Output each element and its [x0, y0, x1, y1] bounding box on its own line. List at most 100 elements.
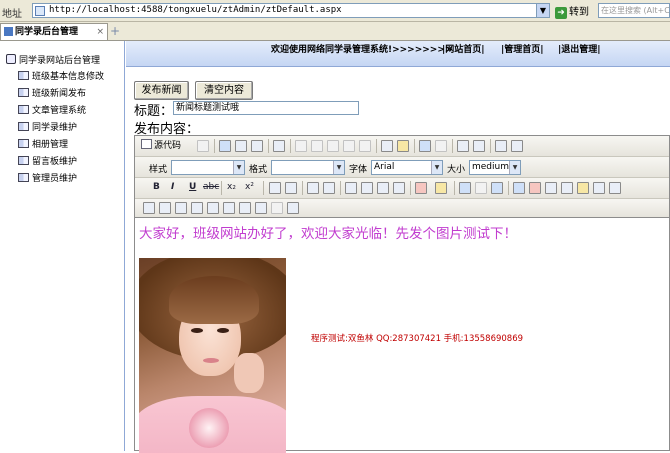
radio-icon[interactable]	[175, 202, 187, 214]
font-select[interactable]: Arial ▼	[371, 160, 443, 175]
separator	[410, 181, 411, 195]
search-input[interactable]: 在这里搜索 (Alt+C)	[598, 3, 670, 18]
url-input[interactable]: http://localhost:4588/tongxuelu/ztAdmin/…	[32, 3, 550, 18]
replace-icon[interactable]	[473, 140, 485, 152]
text-color-icon[interactable]	[415, 182, 427, 194]
address-bar: 地址 http://localhost:4588/tongxuelu/ztAdm…	[0, 0, 670, 22]
link-site-home[interactable]: |网站首页|	[442, 42, 485, 55]
special-char-icon[interactable]	[593, 182, 605, 194]
editor-content-area[interactable]: 大家好，班级网站办好了，欢迎大家光临！先发个图片测试下！ 程序测试:双鱼林 QQ…	[135, 218, 669, 453]
publish-news-button[interactable]: 发布新闻	[134, 81, 189, 100]
url-dropdown-icon[interactable]: ▼	[536, 3, 550, 18]
page-break-icon[interactable]	[609, 182, 621, 194]
table-icon[interactable]	[545, 182, 557, 194]
templates-icon[interactable]	[273, 140, 285, 152]
address-label: 地址	[2, 9, 22, 20]
superscript-icon[interactable]: x²	[245, 182, 254, 192]
sidebar-item-album[interactable]: 相册管理	[18, 137, 68, 150]
book-icon	[18, 173, 29, 182]
form-icon[interactable]	[143, 202, 155, 214]
source-label: 源代码	[154, 141, 182, 151]
new-page-icon[interactable]	[235, 140, 247, 152]
align-left-icon[interactable]	[345, 182, 357, 194]
image-icon[interactable]	[513, 182, 525, 194]
welcome-text: 欢迎使用网络同学录管理系统!>>>>>>>>	[271, 45, 453, 55]
paste-icon[interactable]	[327, 140, 339, 152]
italic-icon[interactable]: I	[171, 182, 174, 192]
paste-word-icon[interactable]	[359, 140, 371, 152]
print-icon[interactable]	[381, 140, 393, 152]
link-icon[interactable]	[459, 182, 471, 194]
go-button[interactable]: ➜ 转到	[555, 3, 595, 19]
unlink-icon[interactable]	[475, 182, 487, 194]
cut-icon[interactable]	[295, 140, 307, 152]
copy-icon[interactable]	[311, 140, 323, 152]
anchor-icon[interactable]	[491, 182, 503, 194]
sidebar-item-classmates[interactable]: 同学录维护	[18, 120, 77, 133]
bold-icon[interactable]: B	[153, 182, 160, 192]
tab-admin[interactable]: 同学录后台管理 ×	[0, 23, 108, 40]
close-icon[interactable]: ×	[96, 24, 104, 40]
toolbar-row-4	[135, 199, 669, 218]
sidebar-item-label: 文章管理系统	[32, 106, 87, 116]
chevron-down-icon: ▼	[431, 161, 442, 174]
source-button[interactable]: 源代码	[141, 139, 181, 154]
preview-icon[interactable]	[197, 140, 209, 152]
select-all-icon[interactable]	[495, 140, 507, 152]
about-icon[interactable]	[287, 202, 299, 214]
style-select[interactable]: ▼	[171, 160, 245, 175]
save-icon[interactable]	[219, 140, 231, 152]
sidebar-item-class-news[interactable]: 班级新闻发布	[18, 86, 86, 99]
smiley-icon[interactable]	[577, 182, 589, 194]
background-color-icon[interactable]	[435, 182, 447, 194]
book-icon	[18, 105, 29, 114]
clear-content-button[interactable]: 清空内容	[195, 81, 253, 100]
find-icon[interactable]	[457, 140, 469, 152]
textarea-icon[interactable]	[207, 202, 219, 214]
book-icon	[18, 122, 29, 131]
new-tab-icon[interactable]: +	[110, 25, 122, 37]
sidebar-item-label: 同学录维护	[32, 123, 78, 133]
align-justify-icon[interactable]	[393, 182, 405, 194]
image-button-icon[interactable]	[255, 202, 267, 214]
spellcheck-icon[interactable]	[397, 140, 409, 152]
separator	[221, 181, 222, 195]
select-field-icon[interactable]	[223, 202, 235, 214]
sidebar-item-guestbook[interactable]: 留言板维护	[18, 154, 77, 167]
outdent-icon[interactable]	[307, 182, 319, 194]
underline-icon[interactable]: U	[189, 182, 196, 192]
sidebar-item-admins[interactable]: 管理员维护	[18, 171, 77, 184]
numbered-list-icon[interactable]	[269, 182, 281, 194]
print-preview-icon[interactable]	[251, 140, 263, 152]
sidebar-item-class-info[interactable]: 班级基本信息修改	[18, 69, 104, 82]
format-select[interactable]: ▼	[271, 160, 345, 175]
separator	[214, 139, 215, 153]
bulleted-list-icon[interactable]	[285, 182, 297, 194]
style-label: 样式	[149, 165, 168, 175]
redo-icon[interactable]	[435, 140, 447, 152]
remove-format-icon[interactable]	[511, 140, 523, 152]
align-right-icon[interactable]	[377, 182, 389, 194]
hidden-field-icon[interactable]	[271, 202, 283, 214]
horizontal-rule-icon[interactable]	[561, 182, 573, 194]
undo-icon[interactable]	[419, 140, 431, 152]
subscript-icon[interactable]: x₂	[227, 182, 236, 192]
strike-icon[interactable]: abc	[203, 182, 219, 192]
title-input[interactable]: 新闻标题测试哦	[173, 101, 359, 115]
indent-icon[interactable]	[323, 182, 335, 194]
button-field-icon[interactable]	[239, 202, 251, 214]
page-icon	[4, 27, 13, 36]
url-text: http://localhost:4588/tongxuelu/ztAdmin/…	[49, 5, 342, 15]
toolbar-row-1: 源代码	[135, 136, 669, 157]
sidebar-root[interactable]: 同学录网站后台管理	[6, 53, 100, 66]
flash-icon[interactable]	[529, 182, 541, 194]
link-admin-home[interactable]: |管理首页|	[501, 42, 544, 55]
paste-text-icon[interactable]	[343, 140, 355, 152]
checkbox-icon[interactable]	[159, 202, 171, 214]
size-select[interactable]: medium ▼	[469, 160, 521, 175]
textfield-icon[interactable]	[191, 202, 203, 214]
main-content: 发布新闻 清空内容 标题： 新闻标题测试哦 发布内容： 源代码 样式 ▼ 格式 …	[126, 67, 670, 453]
link-logout[interactable]: |退出管理|	[558, 42, 601, 55]
align-center-icon[interactable]	[361, 182, 373, 194]
sidebar-item-articles[interactable]: 文章管理系统	[18, 103, 86, 116]
